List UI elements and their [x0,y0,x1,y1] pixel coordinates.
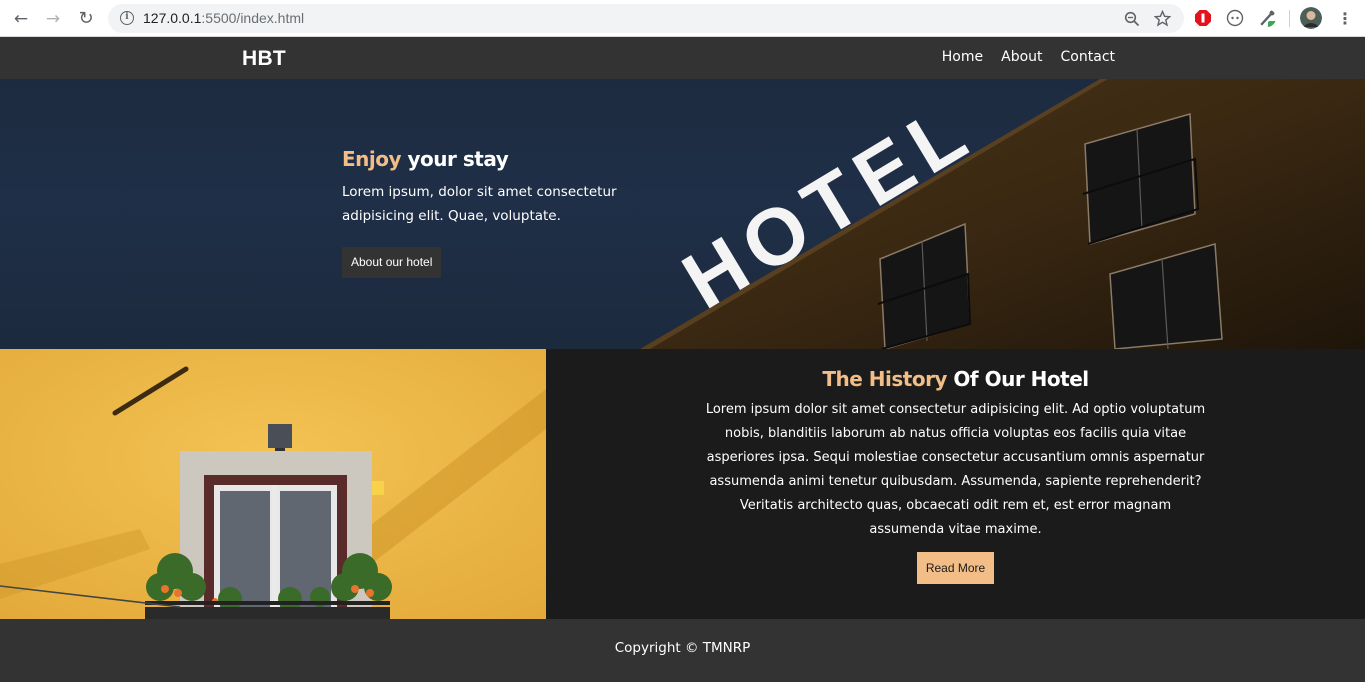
zoom-icon[interactable] [1124,11,1140,27]
read-more-button[interactable]: Read More [916,552,995,584]
main-nav: Home About Contact [942,49,1115,65]
hero-title-rest: your stay [401,147,509,171]
adblock-extension-icon[interactable] [1194,9,1212,27]
address-bar[interactable]: i 127.0.0.1:5500/index.html [108,4,1184,33]
yellow-wall-window-image [0,349,546,619]
url-host: 127.0.0.1 [143,10,202,26]
url-text[interactable]: 127.0.0.1:5500/index.html [143,10,304,26]
reload-icon[interactable]: ↻ [75,8,97,30]
back-icon[interactable]: ← [10,8,32,30]
browser-toolbar: ← → ↻ i 127.0.0.1:5500/index.html ⋮ [0,0,1365,37]
history-image [0,349,546,619]
history-title: The History Of Our Hotel [546,367,1365,391]
history-title-rest: Of Our Hotel [946,367,1089,391]
hero-content: Enjoy your stay Lorem ipsum, dolor sit a… [342,147,692,278]
about-hotel-button[interactable]: About our hotel [342,247,442,278]
history-section: The History Of Our Hotel Lorem ipsum dol… [0,349,1365,619]
site-footer: Copyright © TMNRP [0,619,1365,682]
hero-text: Lorem ipsum, dolor sit amet consectetur … [342,184,617,224]
site-header: HBT Home About Contact [0,37,1365,79]
copyright-text: Copyright © TMNRP [614,640,751,656]
history-title-accent: The History [822,367,947,391]
avatar[interactable] [1300,7,1322,29]
menu-icon[interactable]: ⋮ [1334,8,1356,30]
hero-title: Enjoy your stay [342,147,692,171]
site-logo[interactable]: HBT [242,47,286,71]
nav-home-link[interactable]: Home [942,49,983,65]
extension-circle-icon[interactable] [1226,9,1244,27]
history-text: Lorem ipsum dolor sit amet consectetur a… [705,402,1206,537]
toolbar-separator [1289,10,1290,27]
eyedropper-extension-icon[interactable] [1258,9,1276,27]
info-icon[interactable]: i [120,11,134,25]
star-icon[interactable] [1154,10,1171,27]
history-content: The History Of Our Hotel Lorem ipsum dol… [546,349,1365,619]
nav-contact-link[interactable]: Contact [1061,49,1115,65]
hero-title-accent: Enjoy [342,147,402,171]
url-path: :5500/index.html [201,10,305,26]
nav-about-link[interactable]: About [1001,49,1042,65]
forward-icon[interactable]: → [42,8,64,30]
hero-section: HOTEL Enjoy your stay Lorem ipsum, dolor… [0,79,1365,349]
